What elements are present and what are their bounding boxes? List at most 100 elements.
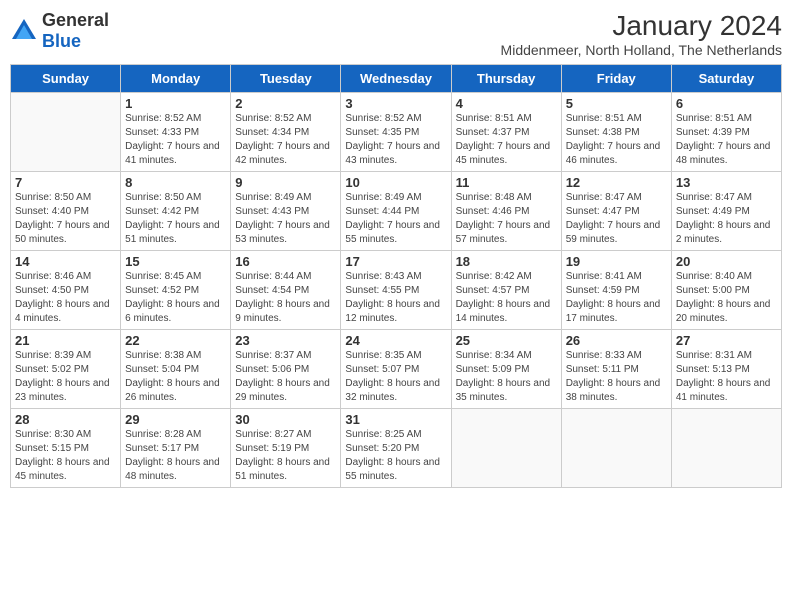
day-number: 31: [345, 412, 446, 427]
day-number: 2: [235, 96, 336, 111]
day-number: 27: [676, 333, 777, 348]
calendar-cell: [671, 409, 781, 488]
calendar-cell: [11, 93, 121, 172]
cell-info: Sunrise: 8:37 AMSunset: 5:06 PMDaylight:…: [235, 349, 336, 405]
day-number: 5: [566, 96, 667, 111]
calendar-cell: 1Sunrise: 8:52 AMSunset: 4:33 PMDaylight…: [121, 93, 231, 172]
day-number: 3: [345, 96, 446, 111]
logo-general: General: [42, 10, 109, 30]
calendar-cell: 21Sunrise: 8:39 AMSunset: 5:02 PMDayligh…: [11, 330, 121, 409]
calendar-cell: 6Sunrise: 8:51 AMSunset: 4:39 PMDaylight…: [671, 93, 781, 172]
calendar-cell: 31Sunrise: 8:25 AMSunset: 5:20 PMDayligh…: [341, 409, 451, 488]
calendar-cell: 24Sunrise: 8:35 AMSunset: 5:07 PMDayligh…: [341, 330, 451, 409]
cell-info: Sunrise: 8:39 AMSunset: 5:02 PMDaylight:…: [15, 349, 116, 405]
day-number: 4: [456, 96, 557, 111]
day-header-wednesday: Wednesday: [341, 65, 451, 93]
calendar-cell: 16Sunrise: 8:44 AMSunset: 4:54 PMDayligh…: [231, 251, 341, 330]
cell-info: Sunrise: 8:42 AMSunset: 4:57 PMDaylight:…: [456, 270, 557, 326]
day-header-row: SundayMondayTuesdayWednesdayThursdayFrid…: [11, 65, 782, 93]
calendar-cell: 17Sunrise: 8:43 AMSunset: 4:55 PMDayligh…: [341, 251, 451, 330]
calendar-cell: 8Sunrise: 8:50 AMSunset: 4:42 PMDaylight…: [121, 172, 231, 251]
month-title: January 2024: [501, 10, 782, 42]
cell-info: Sunrise: 8:40 AMSunset: 5:00 PMDaylight:…: [676, 270, 777, 326]
day-number: 8: [125, 175, 226, 190]
day-number: 13: [676, 175, 777, 190]
calendar-cell: 12Sunrise: 8:47 AMSunset: 4:47 PMDayligh…: [561, 172, 671, 251]
calendar-cell: 7Sunrise: 8:50 AMSunset: 4:40 PMDaylight…: [11, 172, 121, 251]
cell-info: Sunrise: 8:35 AMSunset: 5:07 PMDaylight:…: [345, 349, 446, 405]
calendar-cell: 30Sunrise: 8:27 AMSunset: 5:19 PMDayligh…: [231, 409, 341, 488]
cell-info: Sunrise: 8:52 AMSunset: 4:33 PMDaylight:…: [125, 112, 226, 168]
cell-info: Sunrise: 8:31 AMSunset: 5:13 PMDaylight:…: [676, 349, 777, 405]
calendar-cell: 27Sunrise: 8:31 AMSunset: 5:13 PMDayligh…: [671, 330, 781, 409]
day-number: 14: [15, 254, 116, 269]
cell-info: Sunrise: 8:50 AMSunset: 4:40 PMDaylight:…: [15, 191, 116, 247]
day-number: 11: [456, 175, 557, 190]
day-number: 15: [125, 254, 226, 269]
day-number: 22: [125, 333, 226, 348]
logo-text: General Blue: [42, 10, 109, 52]
calendar-cell: 26Sunrise: 8:33 AMSunset: 5:11 PMDayligh…: [561, 330, 671, 409]
calendar-cell: 14Sunrise: 8:46 AMSunset: 4:50 PMDayligh…: [11, 251, 121, 330]
cell-info: Sunrise: 8:47 AMSunset: 4:49 PMDaylight:…: [676, 191, 777, 247]
calendar-cell: 23Sunrise: 8:37 AMSunset: 5:06 PMDayligh…: [231, 330, 341, 409]
calendar-cell: 3Sunrise: 8:52 AMSunset: 4:35 PMDaylight…: [341, 93, 451, 172]
day-number: 30: [235, 412, 336, 427]
cell-info: Sunrise: 8:52 AMSunset: 4:34 PMDaylight:…: [235, 112, 336, 168]
day-number: 17: [345, 254, 446, 269]
calendar-cell: 5Sunrise: 8:51 AMSunset: 4:38 PMDaylight…: [561, 93, 671, 172]
cell-info: Sunrise: 8:49 AMSunset: 4:44 PMDaylight:…: [345, 191, 446, 247]
day-number: 26: [566, 333, 667, 348]
day-number: 21: [15, 333, 116, 348]
calendar-cell: 15Sunrise: 8:45 AMSunset: 4:52 PMDayligh…: [121, 251, 231, 330]
day-number: 28: [15, 412, 116, 427]
calendar-cell: 4Sunrise: 8:51 AMSunset: 4:37 PMDaylight…: [451, 93, 561, 172]
logo-icon: [10, 17, 38, 45]
calendar-cell: 18Sunrise: 8:42 AMSunset: 4:57 PMDayligh…: [451, 251, 561, 330]
calendar-cell: 11Sunrise: 8:48 AMSunset: 4:46 PMDayligh…: [451, 172, 561, 251]
day-number: 23: [235, 333, 336, 348]
cell-info: Sunrise: 8:43 AMSunset: 4:55 PMDaylight:…: [345, 270, 446, 326]
day-number: 24: [345, 333, 446, 348]
header: General Blue January 2024 Middenmeer, No…: [10, 10, 782, 58]
week-row-5: 28Sunrise: 8:30 AMSunset: 5:15 PMDayligh…: [11, 409, 782, 488]
calendar-cell: 19Sunrise: 8:41 AMSunset: 4:59 PMDayligh…: [561, 251, 671, 330]
day-header-monday: Monday: [121, 65, 231, 93]
calendar-cell: 20Sunrise: 8:40 AMSunset: 5:00 PMDayligh…: [671, 251, 781, 330]
cell-info: Sunrise: 8:25 AMSunset: 5:20 PMDaylight:…: [345, 428, 446, 484]
cell-info: Sunrise: 8:49 AMSunset: 4:43 PMDaylight:…: [235, 191, 336, 247]
day-number: 18: [456, 254, 557, 269]
cell-info: Sunrise: 8:51 AMSunset: 4:39 PMDaylight:…: [676, 112, 777, 168]
cell-info: Sunrise: 8:33 AMSunset: 5:11 PMDaylight:…: [566, 349, 667, 405]
calendar-cell: 9Sunrise: 8:49 AMSunset: 4:43 PMDaylight…: [231, 172, 341, 251]
calendar-cell: [451, 409, 561, 488]
cell-info: Sunrise: 8:51 AMSunset: 4:38 PMDaylight:…: [566, 112, 667, 168]
week-row-3: 14Sunrise: 8:46 AMSunset: 4:50 PMDayligh…: [11, 251, 782, 330]
cell-info: Sunrise: 8:44 AMSunset: 4:54 PMDaylight:…: [235, 270, 336, 326]
cell-info: Sunrise: 8:52 AMSunset: 4:35 PMDaylight:…: [345, 112, 446, 168]
day-number: 9: [235, 175, 336, 190]
cell-info: Sunrise: 8:28 AMSunset: 5:17 PMDaylight:…: [125, 428, 226, 484]
day-number: 12: [566, 175, 667, 190]
week-row-4: 21Sunrise: 8:39 AMSunset: 5:02 PMDayligh…: [11, 330, 782, 409]
week-row-1: 1Sunrise: 8:52 AMSunset: 4:33 PMDaylight…: [11, 93, 782, 172]
calendar-table: SundayMondayTuesdayWednesdayThursdayFrid…: [10, 64, 782, 488]
cell-info: Sunrise: 8:50 AMSunset: 4:42 PMDaylight:…: [125, 191, 226, 247]
logo: General Blue: [10, 10, 109, 52]
cell-info: Sunrise: 8:47 AMSunset: 4:47 PMDaylight:…: [566, 191, 667, 247]
day-number: 20: [676, 254, 777, 269]
calendar-cell: 28Sunrise: 8:30 AMSunset: 5:15 PMDayligh…: [11, 409, 121, 488]
day-number: 1: [125, 96, 226, 111]
calendar-cell: 2Sunrise: 8:52 AMSunset: 4:34 PMDaylight…: [231, 93, 341, 172]
calendar-cell: 10Sunrise: 8:49 AMSunset: 4:44 PMDayligh…: [341, 172, 451, 251]
day-header-saturday: Saturday: [671, 65, 781, 93]
day-header-thursday: Thursday: [451, 65, 561, 93]
cell-info: Sunrise: 8:48 AMSunset: 4:46 PMDaylight:…: [456, 191, 557, 247]
calendar-cell: 25Sunrise: 8:34 AMSunset: 5:09 PMDayligh…: [451, 330, 561, 409]
cell-info: Sunrise: 8:45 AMSunset: 4:52 PMDaylight:…: [125, 270, 226, 326]
cell-info: Sunrise: 8:27 AMSunset: 5:19 PMDaylight:…: [235, 428, 336, 484]
cell-info: Sunrise: 8:46 AMSunset: 4:50 PMDaylight:…: [15, 270, 116, 326]
cell-info: Sunrise: 8:51 AMSunset: 4:37 PMDaylight:…: [456, 112, 557, 168]
calendar-cell: [561, 409, 671, 488]
day-number: 19: [566, 254, 667, 269]
